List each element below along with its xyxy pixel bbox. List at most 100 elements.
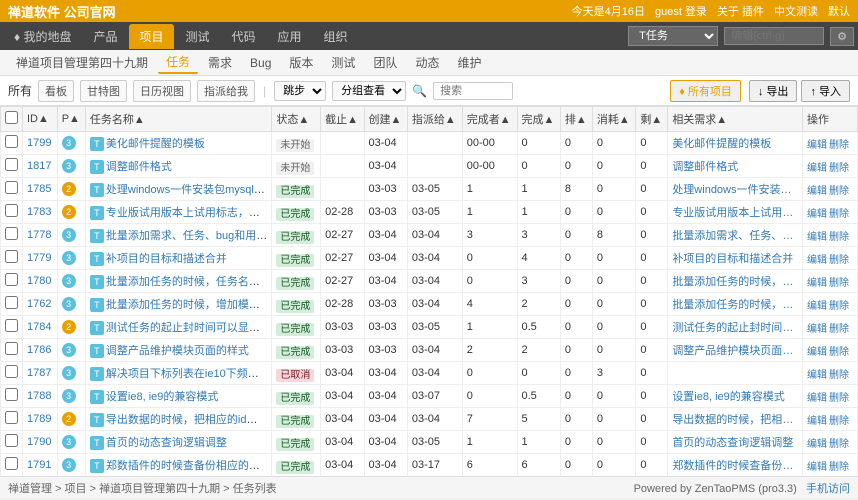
view-assigned[interactable]: 指派给我 [197, 80, 255, 102]
nav-product[interactable]: 产品 [83, 24, 127, 49]
user-login[interactable]: guest 登录 [655, 3, 707, 19]
row-checkbox[interactable] [1, 247, 23, 270]
row-name[interactable]: T设置ie8, ie9的兼容模式 [85, 385, 272, 408]
sub-nav-project[interactable]: 禅道项目管理第四十九期 [8, 52, 156, 73]
task-select[interactable]: T任务 [628, 26, 718, 46]
task-name-link[interactable]: 解决项目下标列表在ie10下频繁看无法输入数据 [106, 368, 272, 380]
col-status[interactable]: 状态▲ [272, 107, 321, 132]
row-related[interactable]: 首页的动态查询逻辑调整 [668, 431, 803, 454]
col-name[interactable]: 任务名称▲ [85, 107, 272, 132]
row-checkbox[interactable] [1, 132, 23, 155]
nav-test[interactable]: 测试 [176, 24, 220, 49]
sub-nav-dynamic[interactable]: 动态 [407, 52, 447, 73]
task-name-link[interactable]: 测试任务的起止封时间可以显示一天 [106, 322, 272, 334]
delete-link[interactable]: 删除 [829, 393, 849, 404]
row-checkbox[interactable] [1, 408, 23, 431]
task-name-link[interactable]: 郑数插件的时候查备份相应的的查表 [106, 460, 272, 472]
row-related[interactable] [668, 362, 803, 385]
row-related[interactable]: 导出数据的时候，把相应id都都带上 [668, 408, 803, 431]
row-related[interactable]: 批量添加任务的时候，任务名整理加 [668, 270, 803, 293]
top-menu-2[interactable]: 中文测读 [774, 3, 818, 19]
edit-link[interactable]: 编辑 [807, 255, 827, 266]
edit-link[interactable]: 编辑 [807, 301, 827, 312]
nav-app[interactable]: 应用 [268, 24, 312, 49]
col-priority[interactable]: P▲ [57, 107, 85, 132]
row-checkbox[interactable] [1, 454, 23, 477]
edit-link[interactable]: 编辑 [807, 416, 827, 427]
row-related[interactable]: 调整邮件格式 [668, 155, 803, 178]
import-btn[interactable]: ↑ 导入 [801, 80, 850, 102]
sub-nav-team[interactable]: 团队 [365, 52, 405, 73]
col-sort[interactable]: 排▲ [560, 107, 592, 132]
col-assigned[interactable]: 指派给▲ [407, 107, 462, 132]
delete-link[interactable]: 删除 [829, 140, 849, 151]
edit-link[interactable]: 编辑 [807, 439, 827, 450]
col-consumed[interactable]: 消耗▲ [592, 107, 635, 132]
nav-project[interactable]: 项目 [129, 24, 173, 49]
row-name[interactable]: T补项目的目标和描述合并 [85, 247, 272, 270]
edit-link[interactable]: 编辑 [807, 232, 827, 243]
row-related[interactable]: 郑数插件的时候查备份相应的的查表 [668, 454, 803, 477]
sub-nav-task[interactable]: 任务 [158, 51, 198, 74]
delete-link[interactable]: 删除 [829, 324, 849, 335]
row-checkbox[interactable] [1, 178, 23, 201]
row-checkbox[interactable] [1, 339, 23, 362]
task-name-link[interactable]: 调整产品维护模块页面的样式 [106, 345, 249, 357]
row-name[interactable]: T导出数据的时候，把相应的id都都带上。 [85, 408, 272, 431]
edit-link[interactable]: 编辑 [807, 347, 827, 358]
sub-nav-bug[interactable]: Bug [242, 54, 279, 72]
task-name-link[interactable]: 补项目的目标和描述合并 [106, 253, 227, 265]
top-menu-3[interactable]: 默认 [828, 3, 850, 19]
row-related[interactable]: 处理windows一件安装包mysql端口 [668, 178, 803, 201]
row-related[interactable]: 批量添加需求、任务、bug和用例 [668, 224, 803, 247]
row-checkbox[interactable] [1, 270, 23, 293]
task-name-link[interactable]: 专业版试用版本上试用标志，并提示过期时限 [106, 207, 272, 219]
row-name[interactable]: T批量添加任务的时候，任务名整理加需求功能 [85, 270, 272, 293]
row-name[interactable]: T测试任务的起止封时间可以显示一天 [85, 316, 272, 339]
task-name-link[interactable]: 调整邮件格式 [106, 161, 172, 173]
nav-org[interactable]: 组织 [314, 24, 358, 49]
col-id[interactable]: ID▲ [23, 107, 58, 132]
row-name[interactable]: T首页的动态查询逻辑调整 [85, 431, 272, 454]
sub-nav-maintain[interactable]: 维护 [449, 52, 489, 73]
task-name-link[interactable]: 首页的动态查询逻辑调整 [106, 437, 227, 449]
row-name[interactable]: T解决项目下标列表在ie10下频繁看无法输入数据 [85, 362, 272, 385]
col-related[interactable]: 相关需求▲ [668, 107, 803, 132]
view-calendar[interactable]: 日历视图 [133, 80, 191, 102]
delete-link[interactable]: 删除 [829, 255, 849, 266]
row-name[interactable]: T调整邮件格式 [85, 155, 272, 178]
task-name-link[interactable]: 导出数据的时候，把相应的id都都带上。 [106, 414, 272, 426]
row-checkbox[interactable] [1, 201, 23, 224]
all-projects-btn[interactable]: ♦ 所有项目 [670, 80, 741, 102]
row-name[interactable]: T处理windows一件安装包mysql端口检测及连接创建问题 [85, 178, 272, 201]
edit-link[interactable]: 编辑 [807, 140, 827, 151]
task-name-link[interactable]: 批量添加任务的时候，增加模块字段 [106, 299, 272, 311]
view-kanban[interactable]: 看板 [38, 80, 74, 102]
row-name[interactable]: T专业版试用版本上试用标志，并提示过期时限 [85, 201, 272, 224]
row-checkbox[interactable] [1, 362, 23, 385]
row-related[interactable]: 专业版试用版本上试用标志 [668, 201, 803, 224]
col-created[interactable]: 创建▲ [364, 107, 407, 132]
delete-link[interactable]: 删除 [829, 439, 849, 450]
row-checkbox[interactable] [1, 385, 23, 408]
task-name-link[interactable]: 批量添加需求、任务、bug和用例的行为处理 [106, 230, 272, 242]
col-deadline[interactable]: 截止▲ [321, 107, 364, 132]
delete-link[interactable]: 删除 [829, 462, 849, 473]
delete-link[interactable]: 删除 [829, 163, 849, 174]
edit-link[interactable]: 编辑 [807, 278, 827, 289]
row-checkbox[interactable] [1, 293, 23, 316]
row-checkbox[interactable] [1, 431, 23, 454]
delete-link[interactable]: 删除 [829, 186, 849, 197]
row-name[interactable]: T批量添加任务的时候，增加模块字段 [85, 293, 272, 316]
task-name-link[interactable]: 处理windows一件安装包mysql端口检测及连接创建问题 [106, 184, 272, 196]
sub-nav-requirement[interactable]: 需求 [200, 52, 240, 73]
row-name[interactable]: T美化邮件提醒的模板 [85, 132, 272, 155]
delete-link[interactable]: 删除 [829, 278, 849, 289]
task-name-link[interactable]: 批量添加任务的时候，任务名整理加需求功能 [106, 276, 272, 288]
row-checkbox[interactable] [1, 155, 23, 178]
view-gantt[interactable]: 甘特图 [80, 80, 127, 102]
edit-link[interactable]: 编辑 [807, 462, 827, 473]
jump-select[interactable]: 跳步 [274, 81, 326, 101]
edit-link[interactable]: 编辑 [807, 324, 827, 335]
col-left[interactable]: 剩▲ [636, 107, 668, 132]
